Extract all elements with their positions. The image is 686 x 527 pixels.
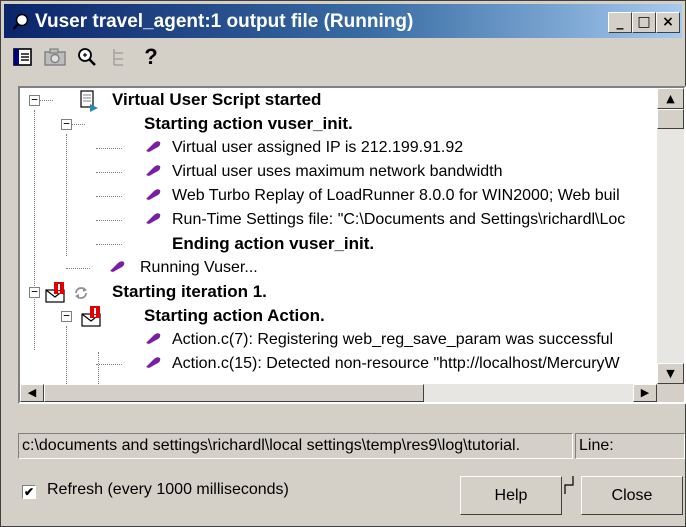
grip-icon xyxy=(564,476,574,494)
scroll-right-icon[interactable]: ▶ xyxy=(633,384,657,402)
tree-line xyxy=(96,220,122,221)
tree-line xyxy=(98,352,99,384)
tree-line xyxy=(96,244,122,245)
tree-row-label[interactable]: Action.c(7): Registering web_reg_save_pa… xyxy=(172,328,613,352)
help-button[interactable]: Help xyxy=(460,476,562,515)
message-icon xyxy=(146,213,161,224)
tree-row-label[interactable]: Web Turbo Replay of LoadRunner 8.0.0 for… xyxy=(172,184,620,208)
display-icon[interactable] xyxy=(11,45,35,69)
close-button[interactable]: Close xyxy=(581,476,683,515)
tree-line xyxy=(66,134,67,256)
message-icon xyxy=(146,141,161,152)
tree-line xyxy=(71,124,85,125)
tree-row-label[interactable]: Ending action vuser_init. xyxy=(172,232,374,256)
window-title: Vuser travel_agent:1 output file (Runnin… xyxy=(35,11,414,32)
tree-line xyxy=(66,268,90,269)
title-bar[interactable]: Vuser travel_agent:1 output file (Runnin… xyxy=(4,4,682,38)
tree-row-label[interactable]: Starting action Action. xyxy=(144,304,325,328)
tree-line xyxy=(34,110,35,350)
error-mail-icon xyxy=(45,282,65,303)
message-icon xyxy=(110,261,125,272)
collapse-toggle[interactable]: − xyxy=(29,94,40,106)
collapse-toggle[interactable]: − xyxy=(29,286,40,298)
tree-row-label[interactable]: Running Vuser... xyxy=(140,256,258,280)
scroll-thumb[interactable] xyxy=(44,384,424,402)
tree-row-label[interactable]: Virtual user assigned IP is 212.199.91.9… xyxy=(172,136,463,160)
tree-icon[interactable] xyxy=(107,45,131,69)
tree-row-label[interactable]: Starting iteration 1. xyxy=(112,280,267,304)
horizontal-scrollbar[interactable]: ◀ ▶ xyxy=(20,384,657,402)
scroll-down-icon[interactable]: ▼ xyxy=(657,363,684,384)
collapse-toggle[interactable]: − xyxy=(61,310,72,322)
magnifier-icon xyxy=(12,13,29,30)
scroll-up-icon[interactable]: ▲ xyxy=(657,88,684,109)
script-start-icon xyxy=(80,90,98,112)
log-tree-view[interactable]: − Virtual User Script started − Starting… xyxy=(18,86,686,404)
find-icon[interactable] xyxy=(75,45,99,69)
message-icon xyxy=(146,333,161,344)
collapse-toggle[interactable]: − xyxy=(61,118,72,130)
error-mail-icon xyxy=(81,306,101,327)
scroll-corner xyxy=(657,384,684,402)
tree-line xyxy=(96,172,122,173)
vertical-scrollbar[interactable]: ▲ ▼ xyxy=(657,88,684,384)
scroll-thumb[interactable] xyxy=(657,109,684,129)
minimize-button[interactable]: _ xyxy=(608,12,632,33)
close-window-button[interactable]: × xyxy=(656,12,680,33)
tree-line xyxy=(96,196,122,197)
message-icon xyxy=(146,165,161,176)
output-window: Vuser travel_agent:1 output file (Runnin… xyxy=(0,0,686,527)
tree-content: − Virtual User Script started − Starting… xyxy=(20,88,657,384)
maximize-button[interactable]: □ xyxy=(632,12,656,33)
tree-row-label[interactable]: Run-Time Settings file: "C:\Documents an… xyxy=(172,208,625,232)
message-icon xyxy=(146,357,161,368)
iteration-icon xyxy=(75,287,87,299)
tree-line xyxy=(39,100,53,101)
camera-icon[interactable] xyxy=(43,45,67,69)
tree-row-label[interactable]: Virtual user uses maximum network bandwi… xyxy=(172,160,503,184)
refresh-label[interactable]: Refresh (every 1000 milliseconds) xyxy=(47,481,289,499)
tree-row-label[interactable]: Starting action vuser_init. xyxy=(144,112,353,136)
tree-line xyxy=(96,364,122,365)
tree-row-label[interactable]: Action.c(15): Detected non-resource "htt… xyxy=(172,352,620,376)
tree-line xyxy=(66,326,67,384)
message-icon xyxy=(146,189,161,200)
tree-line xyxy=(96,148,122,149)
refresh-checkbox[interactable]: ✔ xyxy=(22,485,36,499)
file-path-status: c:\documents and settings\richardl\local… xyxy=(18,433,573,459)
tree-row-label[interactable]: Virtual User Script started xyxy=(112,88,321,112)
help-icon[interactable]: ? xyxy=(139,45,163,69)
line-status: Line: xyxy=(575,433,685,459)
scroll-left-icon[interactable]: ◀ xyxy=(20,384,44,402)
